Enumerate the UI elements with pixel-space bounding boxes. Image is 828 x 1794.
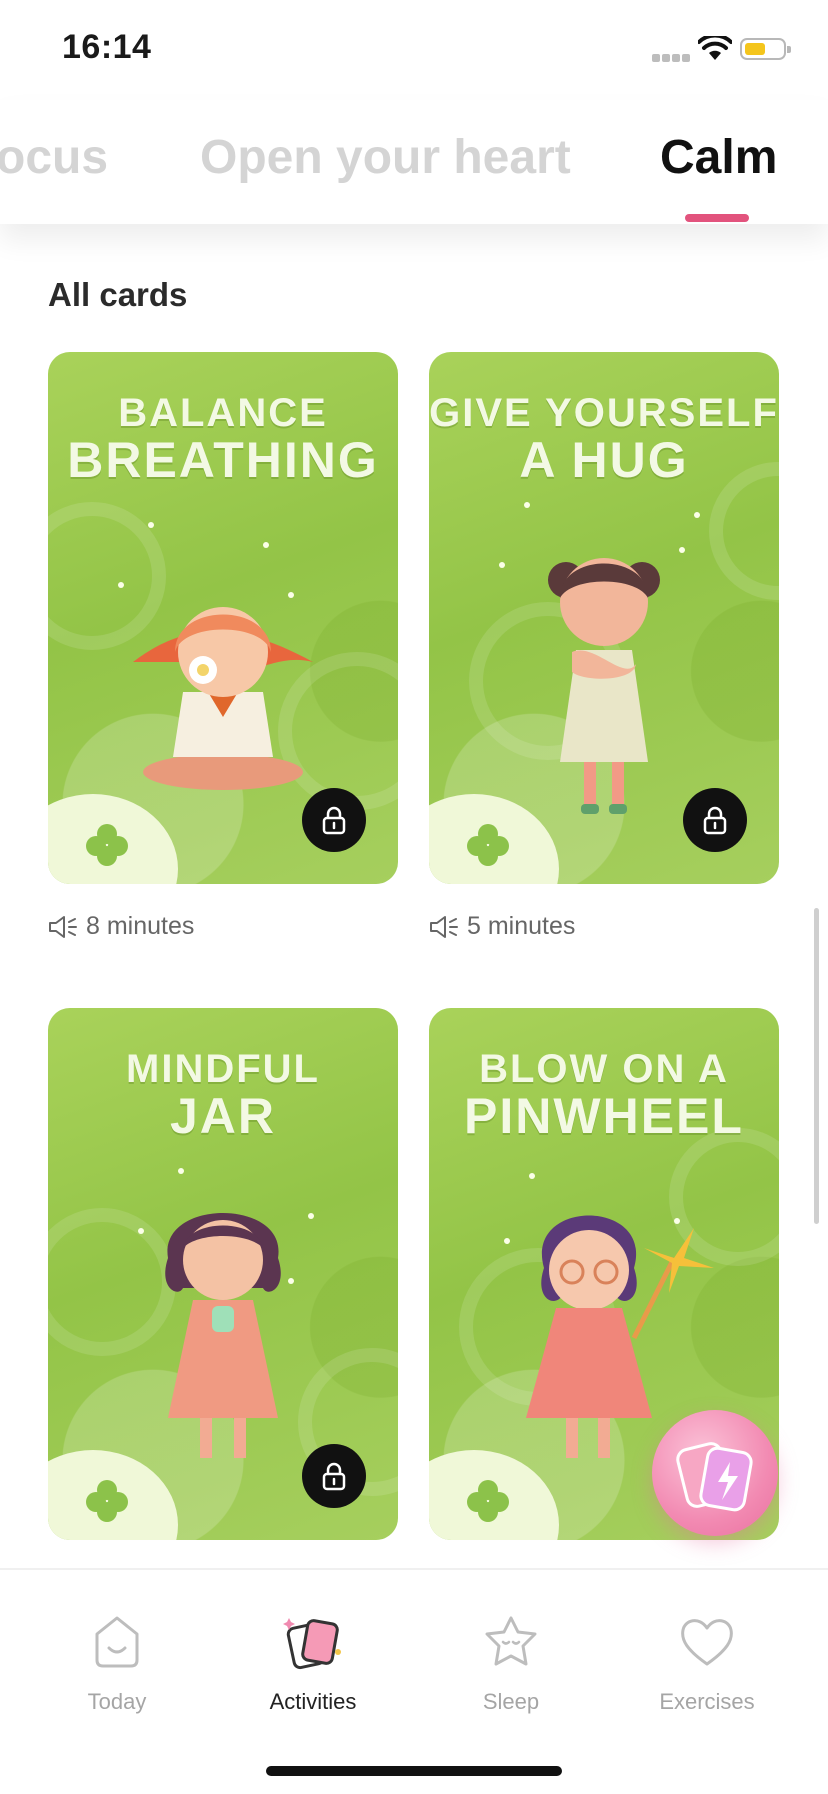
lock-button[interactable] bbox=[683, 788, 747, 852]
card-title: BLOW ON A PINWHEEL bbox=[464, 1047, 744, 1144]
nav-today[interactable]: Today bbox=[42, 1612, 192, 1715]
nav-sleep[interactable]: Sleep bbox=[436, 1612, 586, 1715]
card-title: GIVE YOURSELF A HUG bbox=[429, 391, 779, 488]
girl-breathing-illustration bbox=[133, 607, 313, 790]
tab-focus[interactable]: ocus bbox=[0, 130, 108, 185]
tab-open-your-heart[interactable]: Open your heart bbox=[200, 130, 571, 185]
card-give-yourself-a-hug[interactable]: GIVE YOURSELF A HUG bbox=[429, 352, 779, 884]
cellular-signal-icon bbox=[652, 52, 692, 62]
tab-calm[interactable]: Calm bbox=[660, 130, 777, 185]
activities-cards-icon bbox=[283, 1618, 341, 1670]
lock-icon bbox=[322, 806, 346, 835]
section-title: All cards bbox=[48, 276, 188, 313]
active-tab-indicator bbox=[685, 214, 749, 222]
lock-icon bbox=[322, 1462, 346, 1491]
today-face-icon bbox=[95, 1616, 139, 1668]
card-duration: 8 minutes bbox=[48, 912, 194, 941]
card-title: BALANCE BREATHING bbox=[67, 391, 379, 488]
scrollbar[interactable] bbox=[814, 908, 819, 1224]
girl-hugging-illustration bbox=[548, 558, 660, 814]
lock-icon bbox=[703, 806, 727, 835]
audio-icon bbox=[430, 915, 458, 938]
status-time: 16:14 bbox=[62, 28, 152, 66]
card-title: MINDFUL JAR bbox=[126, 1047, 320, 1144]
exercises-heart-icon bbox=[681, 1619, 733, 1666]
card-balance-breathing[interactable]: BALANCE BREATHING bbox=[48, 352, 398, 884]
battery-icon bbox=[740, 38, 791, 60]
clover-icon bbox=[86, 824, 128, 866]
card-duration: 5 minutes bbox=[429, 912, 575, 941]
clover-icon bbox=[86, 1480, 128, 1522]
clover-icon bbox=[467, 1480, 509, 1522]
lock-button[interactable] bbox=[302, 1444, 366, 1508]
wifi-icon bbox=[698, 36, 732, 60]
bottom-navigation: Today Activities Sleep Exercises bbox=[0, 1568, 828, 1794]
cards-flash-icon bbox=[676, 1442, 753, 1512]
status-bar: 16:14 bbox=[0, 0, 828, 100]
home-indicator[interactable] bbox=[266, 1766, 562, 1776]
audio-icon bbox=[49, 915, 77, 938]
quick-activity-button[interactable] bbox=[652, 1410, 778, 1536]
category-tabs: ocus Open your heart Calm bbox=[0, 100, 828, 224]
nav-activities[interactable]: Activities bbox=[238, 1612, 388, 1715]
girl-with-jar-illustration bbox=[165, 1213, 281, 1458]
clover-icon bbox=[467, 824, 509, 866]
sleep-star-icon bbox=[485, 1616, 537, 1666]
lock-button[interactable] bbox=[302, 788, 366, 852]
nav-exercises[interactable]: Exercises bbox=[632, 1612, 782, 1715]
card-mindful-jar[interactable]: MINDFUL JAR bbox=[48, 1008, 398, 1540]
